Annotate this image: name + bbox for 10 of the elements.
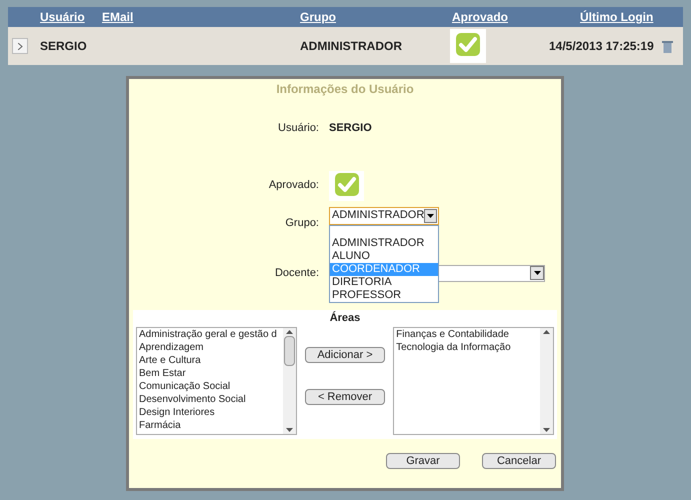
table-cell-text: SERGIO [40, 38, 88, 55]
table-cell-text: 14/5/2013 17:25:19 [549, 38, 654, 55]
field-label: Grupo: [284, 216, 319, 230]
dialog-title: Informações do Usuário [275, 81, 415, 98]
table-cell-text: ADMINISTRADOR [300, 38, 403, 55]
field-label: Docente: [274, 266, 319, 281]
user-value: SERGIO [329, 121, 372, 136]
field-label: Aprovado: [268, 178, 319, 194]
field-label: Usuário: [277, 121, 319, 136]
areas-heading: Áreas [328, 310, 362, 326]
